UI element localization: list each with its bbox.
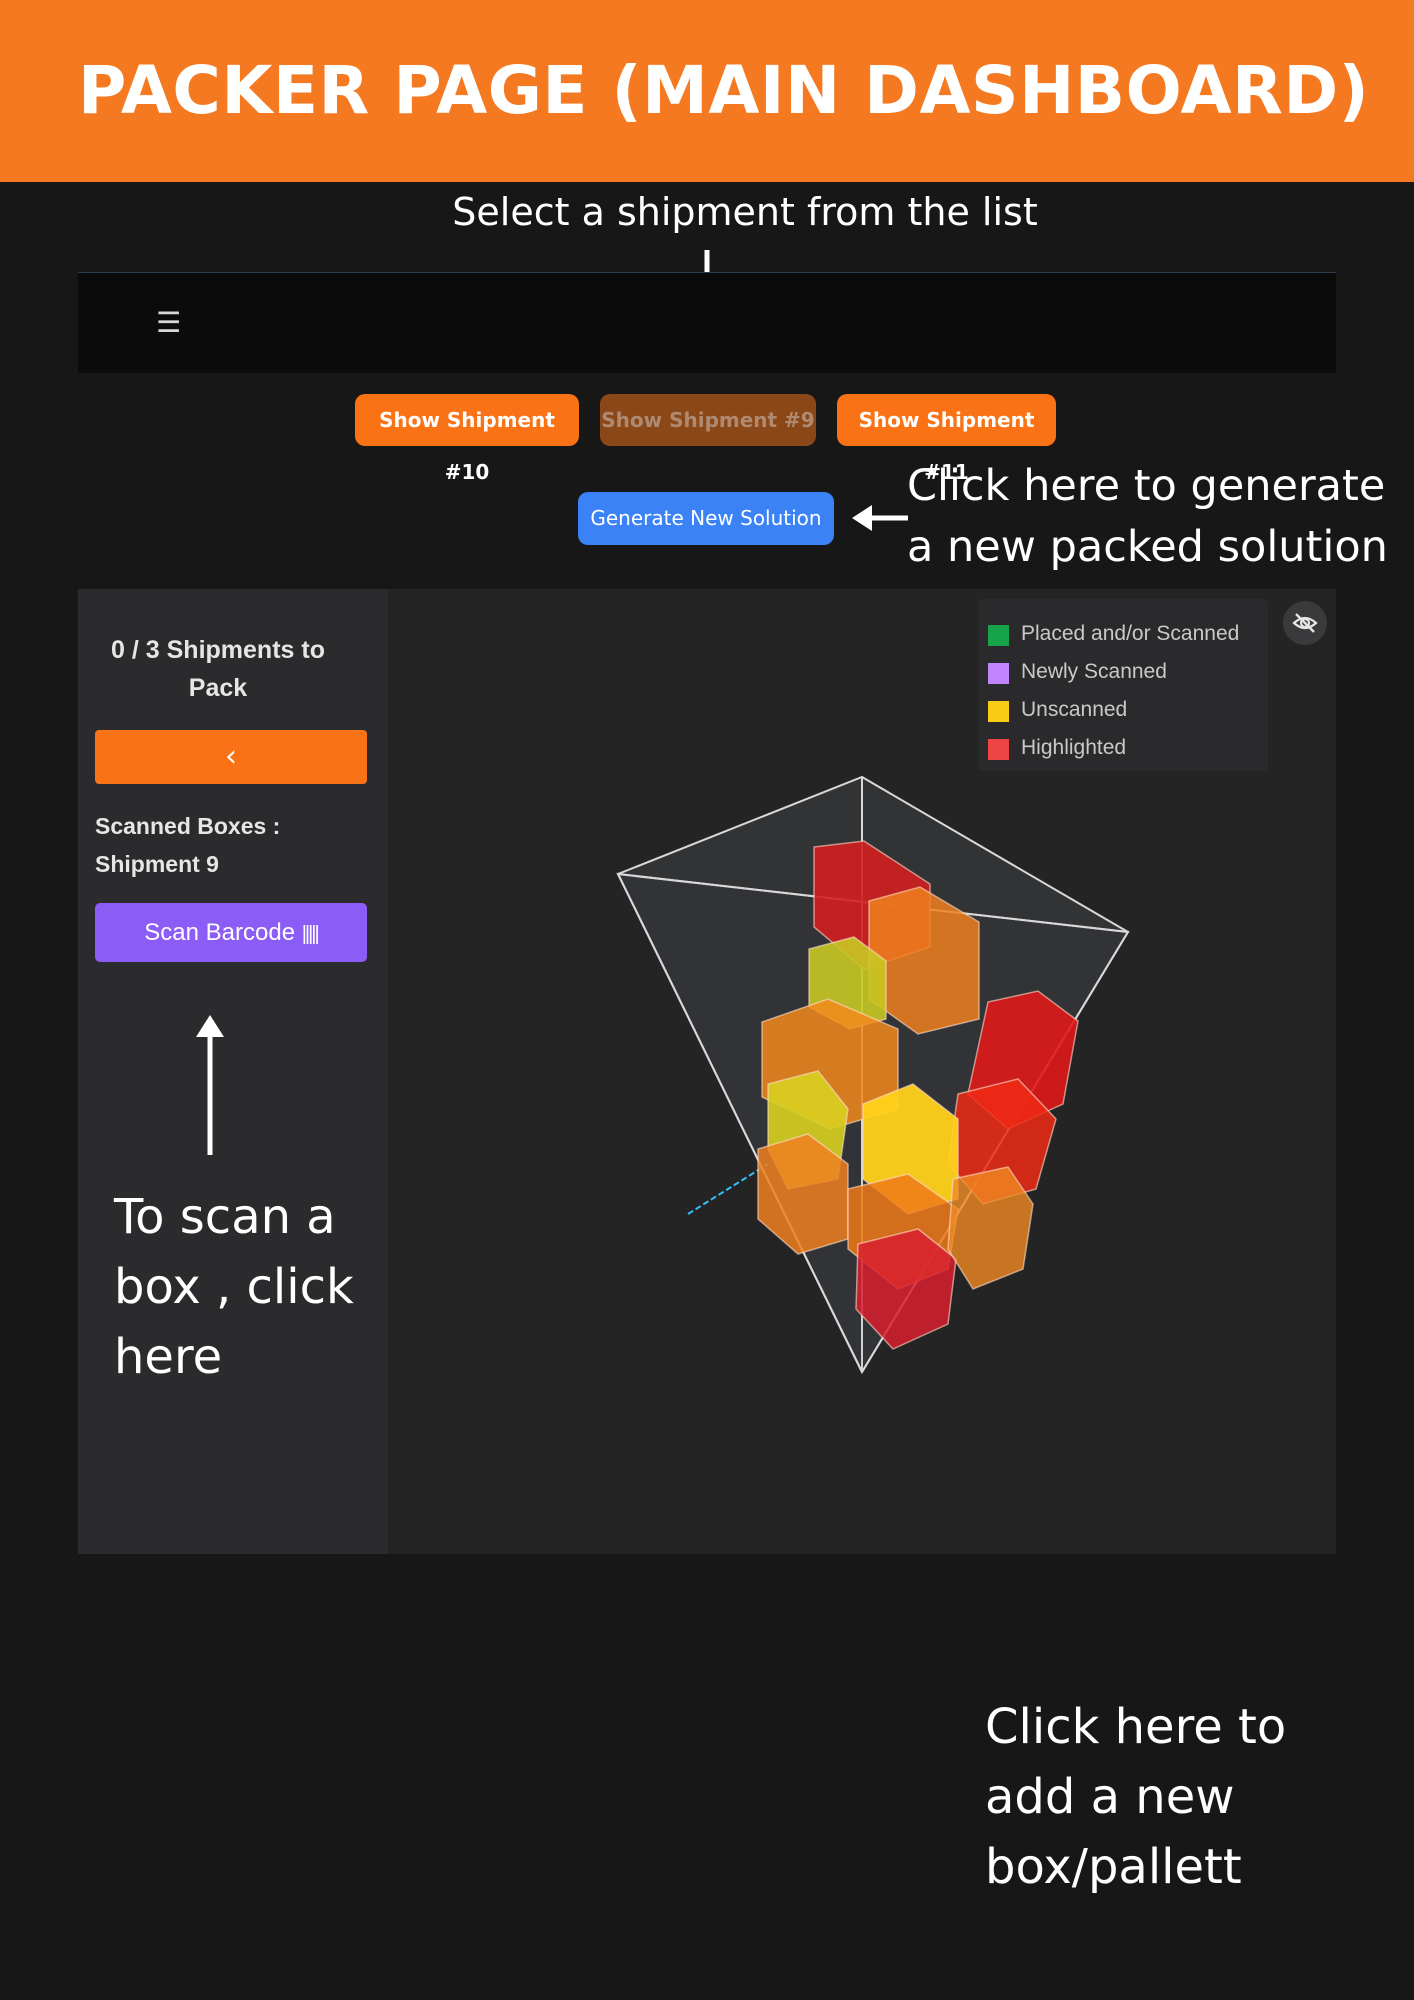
annotation-scan: To scan a box , click here [114, 1189, 354, 1385]
legend-swatch-placed [988, 625, 1009, 646]
legend-label-highlighted: Highlighted [1021, 736, 1127, 759]
legend-label-unscanned: Unscanned [1021, 698, 1128, 721]
axis-line [687, 1163, 769, 1215]
show-shipment-11-button[interactable]: Show Shipment #11 [837, 394, 1056, 484]
legend: Placed and/or Scanned Newly Scanned Unsc… [978, 599, 1268, 771]
toggle-legend-button[interactable] [1283, 601, 1327, 645]
legend-label-newly-scanned: Newly Scanned [1021, 660, 1167, 683]
legend-swatch-unscanned [988, 701, 1009, 722]
show-shipment-10-button[interactable]: Show Shipment #10 [355, 394, 579, 484]
box-orange-right-bottom [947, 1166, 1034, 1290]
arrow-left-icon [852, 505, 908, 531]
annotation-add-box: Click here to add a new box/pallett [985, 1699, 1287, 1895]
packing-viewer-panel: 0 / 3 Shipments to Pack ‹ Scanned Boxes … [78, 589, 1336, 1554]
annotation-generate: Click here to generate a new packed solu… [907, 461, 1388, 572]
hamburger-menu-icon[interactable]: ☰ [156, 309, 181, 337]
page-title: PACKER PAGE (MAIN DASHBOARD) [78, 52, 1370, 129]
legend-swatch-newly-scanned [988, 663, 1009, 684]
legend-label-placed: Placed and/or Scanned [1021, 622, 1240, 645]
eye-off-icon [1292, 613, 1318, 633]
banner: PACKER PAGE (MAIN DASHBOARD) [0, 0, 1414, 182]
generate-new-solution-button[interactable]: Generate New Solution [578, 492, 834, 545]
arrow-up-icon [196, 1015, 224, 1155]
top-navbar: ☰ [78, 272, 1336, 373]
show-shipment-9-button[interactable]: Show Shipment #9 [600, 394, 816, 446]
legend-swatch-highlighted [988, 739, 1009, 760]
annotation-select-shipment: Select a shipment from the list [452, 190, 1038, 234]
